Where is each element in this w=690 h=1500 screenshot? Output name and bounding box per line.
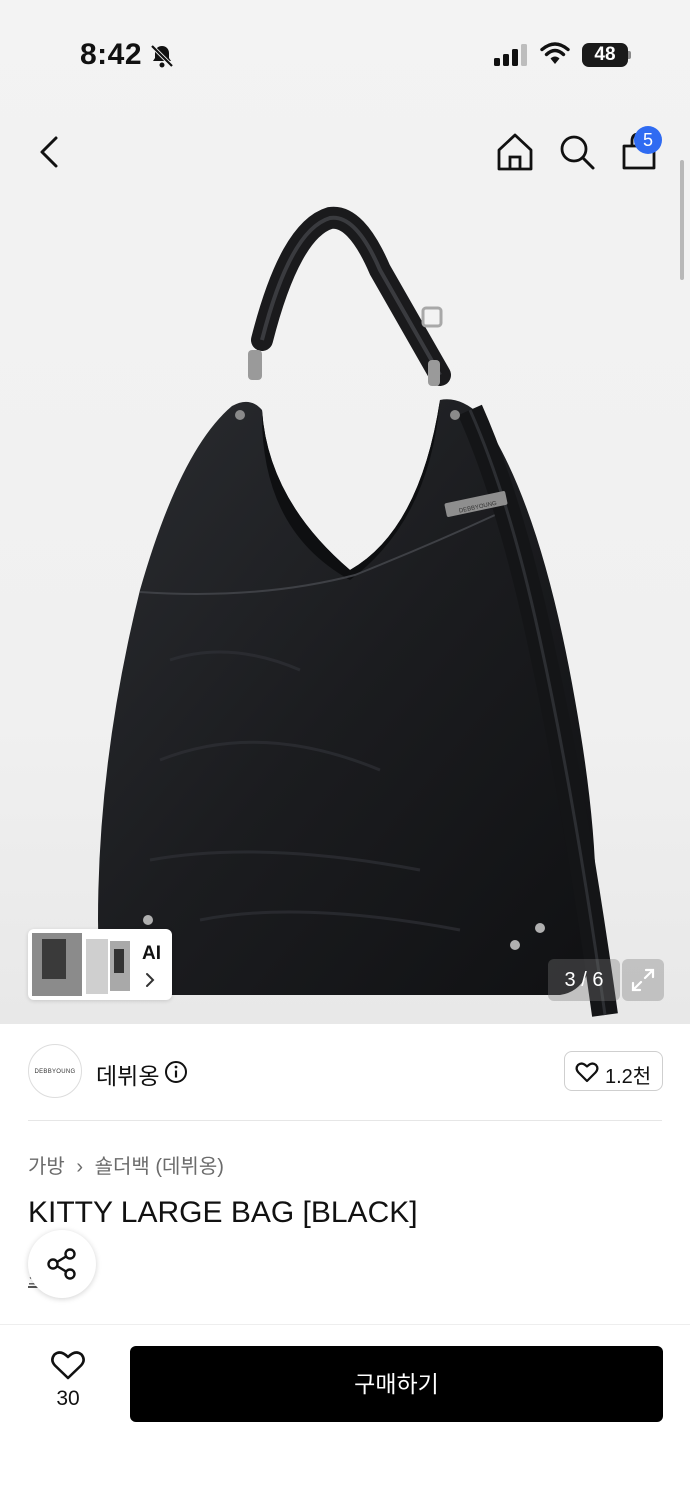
info-icon[interactable] bbox=[164, 1060, 188, 1084]
cellular-signal-icon bbox=[494, 44, 527, 66]
brand-name[interactable]: 데뷔옹 bbox=[96, 1057, 159, 1091]
image-counter: 3 / 6 bbox=[548, 959, 620, 1001]
chevron-right-icon bbox=[146, 973, 155, 987]
wifi-icon bbox=[540, 42, 570, 64]
wish-count: 30 bbox=[56, 1387, 80, 1410]
status-time: 8:42 bbox=[80, 38, 143, 71]
battery-indicator: 48 bbox=[582, 43, 628, 67]
breadcrumb-separator-icon: › bbox=[76, 1156, 84, 1178]
product-image-gallery[interactable]: 8:42 48 5 DEBBYOUNG AI 3 / 6 bbox=[0, 0, 690, 1024]
breadcrumb-category[interactable]: 가방 bbox=[28, 1156, 65, 1178]
brand-logo[interactable]: DEBBYOUNG bbox=[28, 1044, 82, 1098]
brand-like-count: 1.2천 bbox=[605, 1066, 652, 1088]
brand-like-button[interactable]: 1.2천 bbox=[564, 1051, 663, 1091]
breadcrumb-subcategory[interactable]: 숄더백 (데뷔옹) bbox=[95, 1156, 224, 1178]
heart-outline-icon bbox=[575, 1062, 599, 1083]
expand-button[interactable] bbox=[622, 959, 664, 1001]
brand-row: DEBBYOUNG 데뷔옹 1.2천 bbox=[0, 1040, 690, 1120]
back-icon[interactable] bbox=[30, 130, 70, 174]
share-icon bbox=[47, 1248, 76, 1280]
ai-styling-thumbnail[interactable]: AI bbox=[28, 929, 172, 1000]
status-bar: 8:42 48 bbox=[0, 0, 690, 110]
ai-thumbnail-images bbox=[32, 933, 130, 996]
buy-button[interactable]: 구매하기 bbox=[130, 1346, 663, 1422]
cart-count-badge: 5 bbox=[634, 126, 662, 154]
battery-cap bbox=[628, 51, 631, 59]
ai-label: AI bbox=[142, 943, 161, 964]
mute-bell-icon bbox=[150, 44, 174, 68]
product-title: KITTY LARGE BAG [BLACK] bbox=[28, 1196, 418, 1229]
search-icon[interactable] bbox=[556, 130, 598, 174]
home-icon[interactable] bbox=[494, 130, 536, 174]
divider bbox=[28, 1120, 662, 1121]
product-photo-bag: DEBBYOUNG bbox=[98, 206, 618, 1017]
heart-icon[interactable] bbox=[50, 1349, 86, 1381]
share-button[interactable] bbox=[28, 1230, 96, 1298]
bottom-action-bar: 30 구매하기 bbox=[0, 1324, 690, 1500]
expand-icon bbox=[631, 968, 655, 992]
breadcrumb: 가방 › 숄더백 (데뷔옹) bbox=[28, 1150, 224, 1179]
